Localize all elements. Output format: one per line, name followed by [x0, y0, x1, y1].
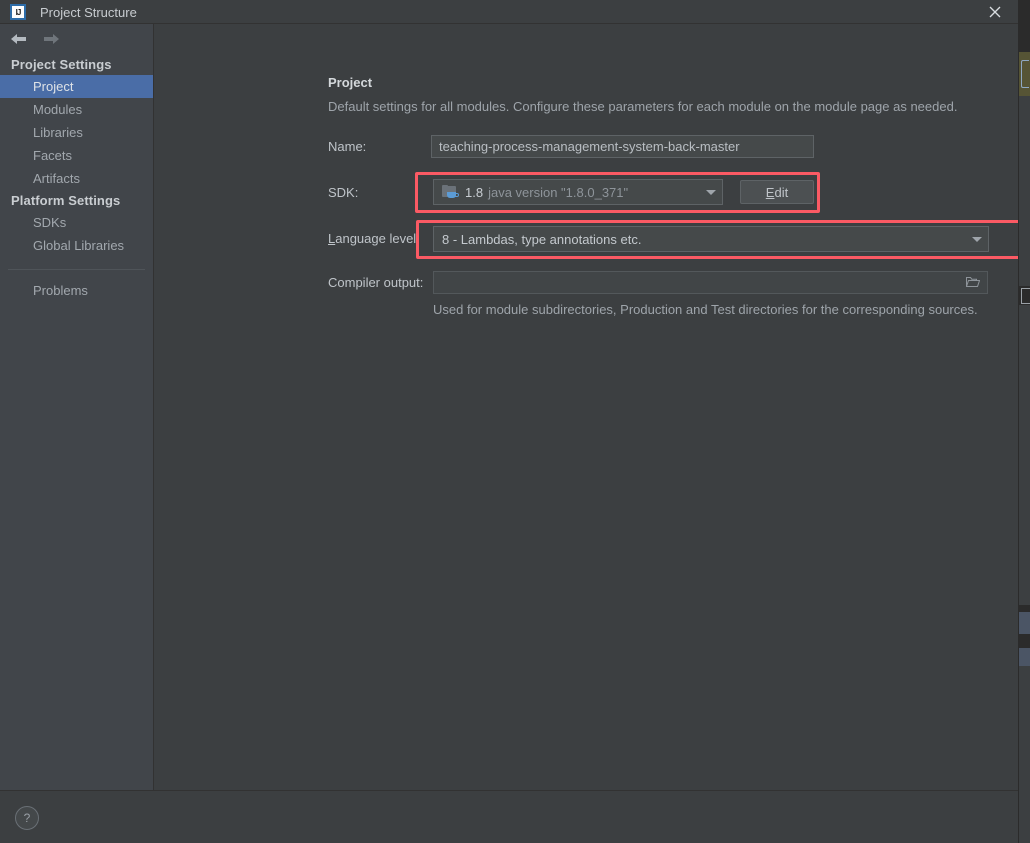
project-structure-dialog-screenshot: IJ Project Structure Project Settings Pr…: [0, 0, 1030, 843]
project-name-value: teaching-process-management-system-back-…: [439, 139, 740, 154]
help-button[interactable]: ?: [15, 806, 39, 830]
chevron-down-icon: [706, 189, 716, 195]
language-level-dropdown-arrow[interactable]: [966, 236, 988, 242]
sidebar-group-project-settings: Project Settings: [11, 57, 112, 72]
edit-sdk-button[interactable]: Edit: [740, 180, 814, 204]
help-question-icon: ?: [23, 811, 31, 825]
language-level-combobox[interactable]: 8 - Lambdas, type annotations etc.: [433, 226, 989, 252]
sdk-version-label: 1.8: [465, 184, 484, 200]
dialog-footer: OK Cancel Apply: [0, 790, 1018, 843]
dialog-body: Project Settings Project Modules Librari…: [0, 24, 1018, 790]
edit-rest: dit: [774, 184, 789, 200]
background-fragment-bracket: [1021, 288, 1030, 304]
background-fragment-gray-mid: [1019, 305, 1030, 605]
sidebar-item-facets[interactable]: Facets: [0, 144, 153, 167]
sdk-description-label: java version "1.8.0_371": [488, 184, 629, 200]
sdk-field-label: SDK:: [328, 185, 359, 200]
settings-content-panel: Project Default settings for all modules…: [154, 24, 1018, 790]
window-title: Project Structure: [40, 4, 137, 20]
close-icon: [989, 6, 1001, 18]
project-name-input[interactable]: teaching-process-management-system-back-…: [431, 135, 814, 158]
sidebar-item-problems[interactable]: Problems: [0, 279, 153, 302]
name-field-label: Name:: [328, 139, 367, 154]
settings-category-list: Project Settings Project Modules Librari…: [0, 53, 153, 302]
compiler-output-input[interactable]: [433, 271, 988, 294]
sidebar-group-platform-settings: Platform Settings: [11, 193, 121, 208]
background-fragment-blue-lower: [1019, 648, 1030, 666]
background-fragment-gray-top: [1019, 96, 1030, 286]
java-sdk-folder-icon: [442, 184, 460, 200]
settings-sidebar: Project Settings Project Modules Librari…: [0, 24, 154, 790]
dialog-window: IJ Project Structure Project Settings Pr…: [0, 0, 1018, 843]
sidebar-item-project[interactable]: Project: [0, 75, 153, 98]
background-fragment-blue-upper: [1019, 612, 1030, 634]
sidebar-item-sdks[interactable]: SDKs: [0, 211, 153, 234]
edit-sdk-button-label: Edit: [766, 185, 788, 200]
sidebar-item-libraries[interactable]: Libraries: [0, 121, 153, 144]
language-level-label-rest: anguage level:: [335, 231, 420, 246]
sidebar-item-global-libraries[interactable]: Global Libraries: [0, 234, 153, 257]
page-description: Default settings for all modules. Config…: [328, 99, 958, 114]
navigation-arrows: [0, 24, 153, 53]
browse-compiler-output-button[interactable]: [962, 271, 984, 293]
sdk-combobox[interactable]: 1.8 java version "1.8.0_371": [433, 179, 723, 205]
intellij-idea-icon: IJ: [10, 4, 26, 20]
title-bar: IJ Project Structure: [0, 0, 1018, 24]
sidebar-item-modules[interactable]: Modules: [0, 98, 153, 121]
arrow-right-icon: [44, 33, 59, 44]
compiler-output-hint: Used for module subdirectories, Producti…: [433, 302, 978, 317]
arrow-left-icon[interactable]: [8, 32, 28, 46]
background-fragment-gray-bottom: [1019, 666, 1030, 843]
close-button[interactable]: [972, 0, 1018, 24]
sdk-dropdown-arrow[interactable]: [700, 189, 722, 195]
page-title: Project: [328, 75, 373, 90]
sidebar-separator: [8, 269, 145, 270]
background-fragment-olive-border: [1021, 60, 1029, 88]
compiler-output-label: Compiler output:: [328, 275, 424, 290]
language-level-value: 8 - Lambdas, type annotations etc.: [442, 231, 642, 247]
language-level-label: Language level:: [328, 231, 420, 246]
sidebar-item-artifacts[interactable]: Artifacts: [0, 167, 153, 190]
chevron-down-icon: [972, 236, 982, 242]
folder-icon: [966, 277, 980, 287]
